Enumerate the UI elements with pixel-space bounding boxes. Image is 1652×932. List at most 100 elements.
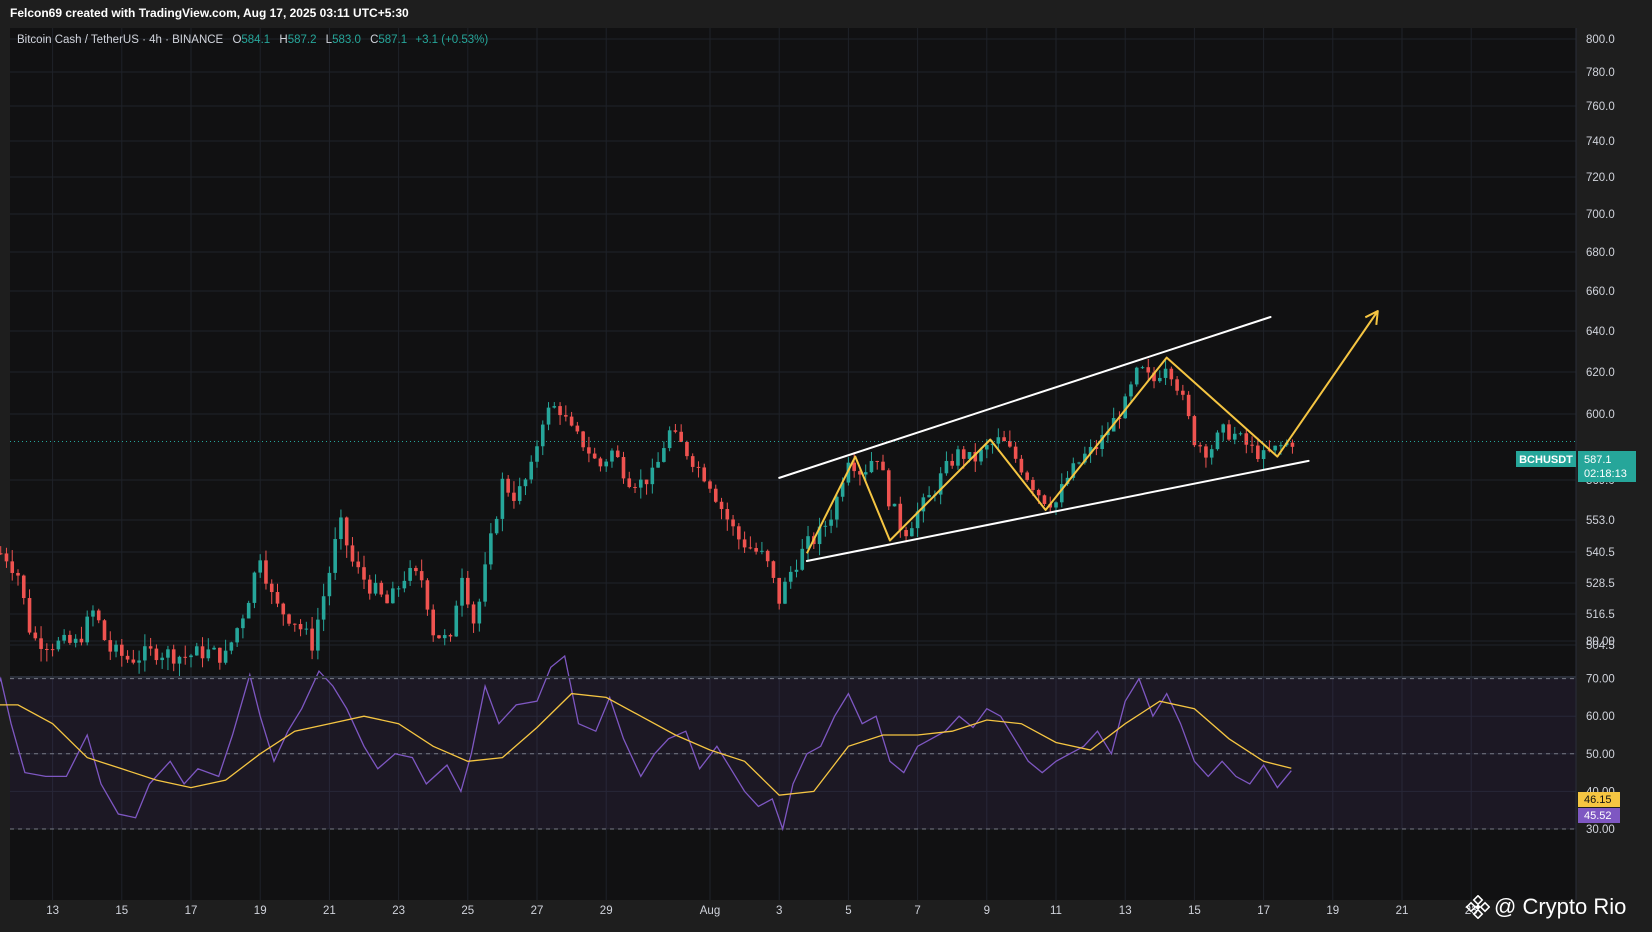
price-tick-label: 640.0 <box>1586 326 1615 338</box>
candle-body <box>246 602 251 619</box>
candle-body <box>506 478 510 493</box>
candle-body <box>1250 444 1254 446</box>
candle-body <box>1215 432 1220 450</box>
symbol-legend[interactable]: Bitcoin Cash / TetherUS · 4h · BINANCE O… <box>17 34 488 46</box>
candle-body <box>1232 433 1237 440</box>
candle-body <box>454 605 459 637</box>
candle-body <box>1238 433 1243 435</box>
candle-body <box>373 582 378 594</box>
candle <box>454 600 459 637</box>
candle-body <box>892 503 897 507</box>
rsi-tick-label: 70.00 <box>1586 674 1615 686</box>
candle-body <box>252 572 257 603</box>
candle-body <box>1209 449 1214 458</box>
candle <box>1123 393 1127 419</box>
candle-body <box>633 487 637 489</box>
candle-body <box>4 553 9 562</box>
candle-body <box>765 550 770 562</box>
candle-body <box>367 579 372 594</box>
candle-body <box>587 447 591 454</box>
candle-body <box>56 640 61 650</box>
time-tick-label: 9 <box>984 905 990 917</box>
candle-body <box>137 660 141 663</box>
candle-body <box>114 644 118 652</box>
candle-body <box>852 462 856 472</box>
candle-body <box>391 588 395 604</box>
credit-text: Felcon69 created with TradingView.com, A… <box>10 6 409 20</box>
candle-body <box>218 647 222 663</box>
candle-body <box>523 479 528 487</box>
high-value: 587.2 <box>287 34 317 46</box>
candle-body <box>339 517 343 540</box>
candle-body <box>875 460 880 462</box>
time-tick-label: Aug <box>700 905 720 917</box>
candle-body <box>823 525 828 527</box>
price-tick-label: 660.0 <box>1586 286 1615 298</box>
candle-body <box>235 628 239 643</box>
candle-body <box>829 519 833 526</box>
candle-body <box>748 547 753 549</box>
price-tick-label: 780.0 <box>1586 67 1615 79</box>
candle-body <box>102 620 107 641</box>
candle-body <box>258 560 262 573</box>
open-value: 584.1 <box>241 34 271 46</box>
candle-body <box>483 564 487 602</box>
candle-body <box>512 492 516 501</box>
candle <box>1134 366 1139 387</box>
candle-body <box>166 649 170 658</box>
price-tick-label: 760.0 <box>1586 101 1615 113</box>
candle-body <box>713 488 718 502</box>
candle-body <box>143 646 147 661</box>
candle-body <box>350 545 355 562</box>
time-tick-label: 15 <box>115 905 128 917</box>
candle-body <box>1008 441 1012 447</box>
time-tick-label: 21 <box>1396 905 1409 917</box>
candle-body <box>725 509 730 520</box>
candle <box>102 619 107 641</box>
rsi-value-badge: 45.52 <box>1584 810 1612 822</box>
candle-body <box>229 642 234 651</box>
candle-body <box>996 437 1001 444</box>
candle <box>886 468 891 511</box>
candle-body <box>177 656 182 664</box>
candle-body <box>910 528 914 537</box>
candle-body <box>362 567 366 580</box>
time-tick-label: 21 <box>323 905 336 917</box>
candle-body <box>627 478 632 488</box>
price-tick-label: 720.0 <box>1586 172 1615 184</box>
candle-body <box>1163 368 1168 378</box>
candle-body <box>869 460 874 473</box>
watermark-text: @ Crypto Rio <box>1494 894 1627 919</box>
time-tick-label: 29 <box>600 905 613 917</box>
candle-body <box>742 539 747 548</box>
pane-separator[interactable] <box>10 676 1576 678</box>
candle-body <box>27 598 32 633</box>
candle-body <box>448 635 453 637</box>
candle-body <box>494 518 499 534</box>
candle-body <box>402 580 407 589</box>
candle <box>494 516 499 536</box>
candle-body <box>1169 368 1174 380</box>
candle-body <box>898 503 903 531</box>
time-tick-label: 13 <box>46 905 59 917</box>
candle-body <box>927 495 931 498</box>
candle-body <box>206 649 211 659</box>
price-pane[interactable] <box>10 28 1576 676</box>
rsi-tick-label: 50.00 <box>1586 749 1615 761</box>
candle-body <box>500 478 505 519</box>
price-tick-label: 620.0 <box>1586 367 1615 379</box>
price-tick-label: 740.0 <box>1586 136 1615 148</box>
candle-body <box>1054 502 1058 508</box>
candle-body <box>310 628 314 651</box>
candle-body <box>708 481 712 489</box>
chart-area[interactable]: 800.0 780.0 760.0 740.0 720.0 700.0 680.0 660.0… <box>0 0 1652 932</box>
time-tick-label: 15 <box>1188 905 1201 917</box>
candle-body <box>1129 384 1133 397</box>
time-tick-label: 13 <box>1119 905 1132 917</box>
symbol-title[interactable]: Bitcoin Cash / TetherUS · 4h · BINANCE <box>17 34 223 46</box>
candle-body <box>431 609 435 636</box>
candle-body <box>321 596 326 620</box>
candle-body <box>45 648 49 650</box>
candle-body <box>1042 495 1047 504</box>
candle-body <box>396 588 401 590</box>
